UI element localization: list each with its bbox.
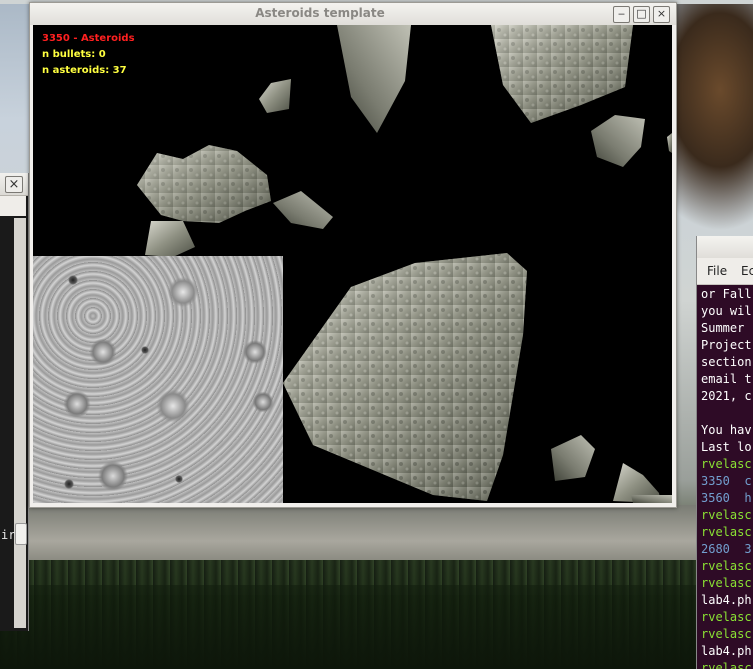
maximize-button[interactable]: □: [633, 6, 650, 23]
asteroid: [491, 25, 633, 123]
terminal-line: 2021, c: [701, 389, 752, 403]
terminal-line: rvelasc: [701, 627, 752, 641]
left-window-titlebar[interactable]: ×: [0, 173, 28, 196]
asteroid-texture-preview: [33, 256, 283, 503]
terminal-line: you wil: [701, 304, 752, 318]
asteroid: [273, 191, 333, 229]
terminal-line: rvelasc: [701, 559, 752, 573]
left-background-window[interactable]: ×: [0, 173, 29, 631]
terminal-output[interactable]: or Fall you wil Summer Project section email …: [697, 285, 753, 669]
terminal-line: rvelasc: [701, 525, 752, 539]
terminal-line: rvelasc: [701, 457, 752, 471]
asteroid: [145, 221, 195, 257]
left-window-menubar: [0, 196, 26, 216]
terminal-line: or Fall: [701, 287, 752, 301]
terminal-line: lab4.ph: [701, 593, 752, 607]
terminal-titlebar[interactable]: [697, 236, 753, 258]
terminal-line: section: [701, 355, 752, 369]
window-title: Asteroids template: [255, 6, 385, 20]
hud-asteroid-count: n asteroids: 37: [42, 65, 127, 76]
left-window-scroll-thumb[interactable]: [15, 523, 27, 545]
close-button[interactable]: ×: [653, 6, 670, 23]
hud-title: 3350 - Asteroids: [42, 33, 135, 44]
terminal-line: Summer: [701, 321, 745, 335]
terminal-line: Project: [701, 338, 752, 352]
asteroids-titlebar[interactable]: Asteroids template ‒ □ ×: [30, 3, 676, 25]
terminal-line: rvelasc: [701, 661, 752, 669]
menu-file[interactable]: File: [707, 264, 727, 278]
terminal-line: You hav: [701, 423, 752, 437]
left-window-close-button[interactable]: ×: [5, 176, 23, 193]
asteroid: [283, 253, 527, 501]
minimize-button[interactable]: ‒: [613, 6, 630, 23]
terminal-line: rvelasc: [701, 576, 752, 590]
asteroid: [631, 495, 672, 503]
hud-bullet-count: n bullets: 0: [42, 49, 106, 60]
asteroid: [667, 133, 672, 153]
game-canvas[interactable]: 3350 - Asteroids n bullets: 0 n asteroid…: [33, 25, 672, 503]
wallpaper-forest-shade: [0, 585, 753, 669]
terminal-line: 2680 3: [701, 542, 752, 556]
terminal-line: lab4.ph: [701, 644, 752, 658]
asteroid: [259, 79, 291, 113]
asteroids-window[interactable]: Asteroids template ‒ □ × 3350 - Asteroid…: [29, 2, 677, 508]
asteroid: [337, 25, 411, 133]
terminal-line: rvelasc: [701, 610, 752, 624]
terminal-menubar: File Ec: [697, 258, 753, 285]
terminal-line: 3350 c: [701, 474, 752, 488]
terminal-window[interactable]: File Ec or Fall you wil Summer Project secti…: [696, 236, 753, 669]
terminal-line: Last lo: [701, 440, 752, 454]
menu-edit[interactable]: Ec: [741, 264, 753, 278]
terminal-line: 3560 h: [701, 491, 752, 505]
asteroid: [551, 435, 595, 481]
asteroid: [137, 145, 271, 223]
left-window-partial-text: ir: [1, 528, 16, 542]
terminal-line: email t: [701, 372, 752, 386]
terminal-line: rvelasc: [701, 508, 752, 522]
left-window-scrollbar[interactable]: [14, 218, 26, 628]
asteroid: [591, 115, 645, 167]
